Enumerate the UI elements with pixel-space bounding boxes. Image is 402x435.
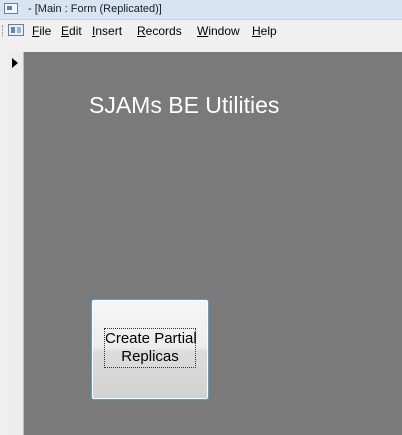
menu-records[interactable]: Records — [137, 24, 182, 38]
button-focus-rect: Create Partial Replicas — [104, 328, 197, 368]
access-app-icon[interactable] — [4, 3, 18, 14]
menu-file[interactable]: File — [32, 24, 51, 38]
current-record-arrow-icon — [12, 58, 18, 68]
form-top-strip — [8, 41, 402, 52]
button-label-line1: Create Partial — [105, 330, 197, 347]
window-left-edge — [0, 41, 8, 435]
form-view-icon[interactable] — [8, 24, 24, 36]
title-bar: - [Main : Form (Replicated)] — [0, 0, 402, 20]
form-detail-section: SJAMs BE Utilities Create Partial Replic… — [24, 52, 402, 435]
record-selector[interactable] — [8, 52, 24, 435]
menu-window[interactable]: Window — [197, 24, 240, 38]
menu-edit[interactable]: Edit — [61, 24, 82, 38]
create-partial-replicas-button[interactable]: Create Partial Replicas — [91, 299, 209, 400]
menu-bar: File Edit Insert Records Window Help — [0, 20, 402, 41]
menu-insert[interactable]: Insert — [92, 24, 122, 38]
menu-grip[interactable] — [2, 25, 6, 37]
menu-help[interactable]: Help — [252, 24, 277, 38]
form-heading: SJAMs BE Utilities — [89, 92, 280, 118]
window-title: - [Main : Form (Replicated)] — [28, 3, 162, 15]
button-label-line2: Replicas — [121, 348, 179, 365]
